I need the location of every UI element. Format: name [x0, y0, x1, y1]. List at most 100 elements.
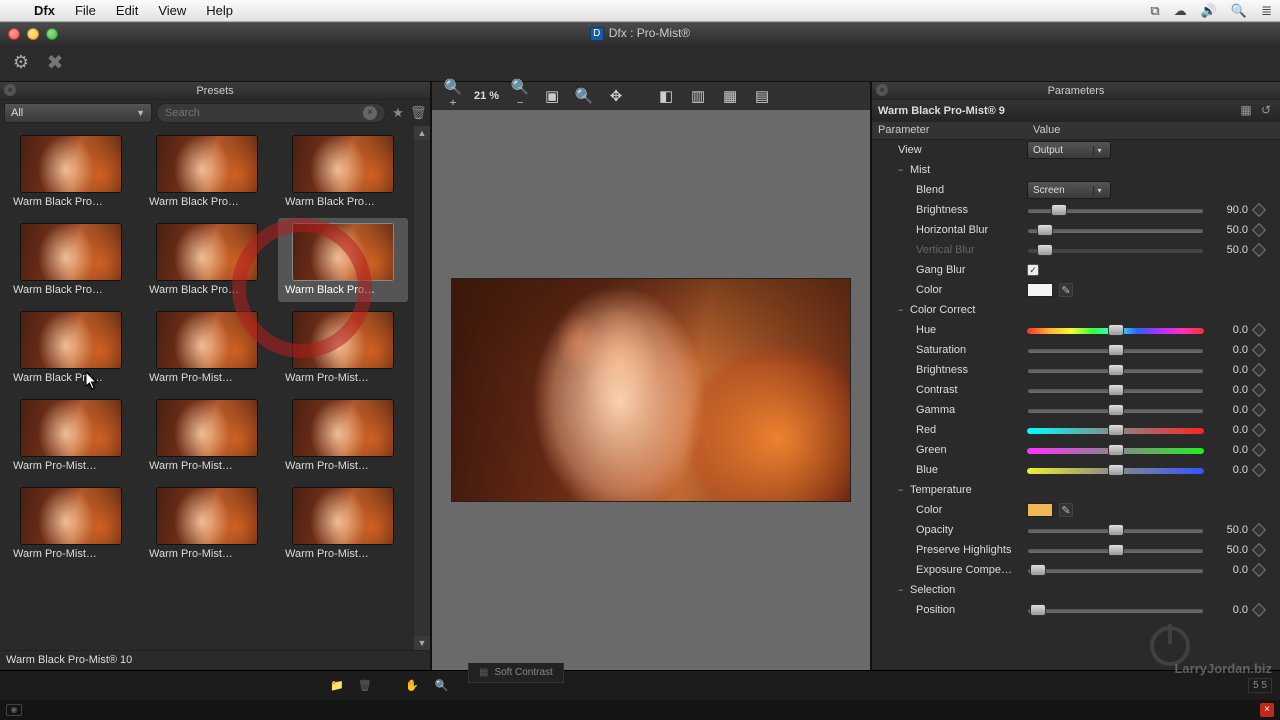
preset-thumbnail[interactable]: Warm Black Pro…	[6, 130, 136, 214]
param-slider[interactable]	[1027, 563, 1204, 577]
param-value[interactable]: 0.0	[1210, 384, 1248, 396]
zoom-in-icon[interactable]: 🔍⁺	[442, 78, 464, 114]
keyframe-icon[interactable]	[1252, 323, 1266, 337]
param-slider[interactable]	[1027, 543, 1204, 557]
preset-thumbnail[interactable]: Warm Black Pro…	[142, 130, 272, 214]
effect-tab-label[interactable]: Soft Contrast	[494, 667, 552, 678]
preset-thumbnail[interactable]: Warm Pro-Mist…	[278, 482, 408, 566]
delete-preset-icon[interactable]: 🗑	[410, 105, 426, 121]
keyframe-icon[interactable]	[1252, 523, 1266, 537]
preset-thumbnail[interactable]: Warm Black Pro…	[278, 130, 408, 214]
volume-icon[interactable]: 🔊	[1201, 3, 1217, 19]
fit-icon[interactable]: ▣	[541, 87, 563, 105]
presets-search-input[interactable]: ×	[156, 103, 386, 123]
keyframe-icon[interactable]	[1252, 543, 1266, 557]
param-value[interactable]: 0.0	[1210, 324, 1248, 336]
param-value[interactable]: 0.0	[1210, 404, 1248, 416]
compare-side-icon[interactable]: ▥	[687, 87, 709, 105]
keyframe-icon[interactable]	[1252, 243, 1266, 257]
param-slider[interactable]	[1027, 323, 1204, 337]
keyframe-icon[interactable]	[1252, 363, 1266, 377]
keyframe-icon[interactable]	[1252, 343, 1266, 357]
preset-thumbnail[interactable]: Warm Black Pro…	[142, 218, 272, 302]
preset-thumbnail[interactable]: Warm Black Pro…	[6, 218, 136, 302]
keyframe-icon[interactable]	[1252, 463, 1266, 477]
zoom-level[interactable]: 21 %	[474, 90, 499, 102]
keyframe-icon[interactable]	[1252, 443, 1266, 457]
param-select[interactable]: Output▾	[1027, 141, 1111, 159]
param-slider[interactable]	[1027, 423, 1204, 437]
adobe-icon[interactable]: ◉	[6, 704, 22, 716]
menu-extras-icon[interactable]: ≣	[1261, 3, 1272, 19]
preset-thumbnail[interactable]: Warm Black Pro…	[6, 306, 136, 390]
keyframe-icon[interactable]	[1252, 423, 1266, 437]
viewer-canvas[interactable]	[432, 110, 870, 670]
zoom-region-icon[interactable]: 🔍	[573, 87, 595, 105]
param-slider[interactable]	[1027, 443, 1204, 457]
param-value[interactable]: 50.0	[1210, 544, 1248, 556]
param-value[interactable]: 50.0	[1210, 224, 1248, 236]
param-slider[interactable]	[1027, 463, 1204, 477]
menu-view[interactable]: View	[148, 3, 196, 18]
trash-icon[interactable]: 🗑	[358, 679, 372, 692]
param-value[interactable]: 90.0	[1210, 204, 1248, 216]
param-value[interactable]: 0.0	[1210, 364, 1248, 376]
param-slider[interactable]	[1027, 523, 1204, 537]
presets-scrollbar[interactable]: ▲ ▼	[414, 126, 430, 650]
save-preset-icon[interactable]: ▦	[1238, 103, 1254, 119]
keyframe-icon[interactable]	[1252, 563, 1266, 577]
param-value[interactable]: 50.0	[1210, 524, 1248, 536]
param-value[interactable]: 50.0	[1210, 244, 1248, 256]
folder-icon[interactable]: 📁	[330, 679, 344, 692]
menu-edit[interactable]: Edit	[106, 3, 148, 18]
spotlight-icon[interactable]: 🔍	[1231, 3, 1247, 19]
preset-thumbnail[interactable]: Warm Pro-Mist…	[278, 394, 408, 478]
preset-thumbnail[interactable]: Warm Pro-Mist…	[278, 306, 408, 390]
param-slider[interactable]	[1027, 603, 1204, 617]
preset-thumbnail[interactable]: Warm Black Pro…	[278, 218, 408, 302]
keyframe-icon[interactable]	[1252, 383, 1266, 397]
pan-icon[interactable]: ✥	[605, 87, 627, 105]
histogram-icon[interactable]: ▤	[751, 87, 773, 105]
error-badge[interactable]: ×	[1260, 703, 1274, 717]
eyedropper-icon[interactable]: ✎	[1059, 503, 1073, 517]
param-slider[interactable]	[1027, 223, 1204, 237]
preset-thumbnail[interactable]: Warm Pro-Mist…	[142, 394, 272, 478]
presets-category-select[interactable]: All▼	[4, 103, 152, 123]
zoom-out-icon[interactable]: 🔍⁻	[509, 78, 531, 114]
keyframe-icon[interactable]	[1252, 603, 1266, 617]
hand-tool-icon[interactable]: ✋	[405, 679, 419, 692]
param-checkbox[interactable]: ✓	[1027, 264, 1039, 276]
color-swatch[interactable]	[1027, 283, 1053, 297]
preset-thumbnail[interactable]: Warm Pro-Mist…	[142, 482, 272, 566]
zoom-tool-icon[interactable]: 🔍	[435, 679, 449, 692]
preset-thumbnail[interactable]: Warm Pro-Mist…	[142, 306, 272, 390]
cancel-button[interactable]	[44, 52, 66, 74]
param-slider[interactable]	[1027, 403, 1204, 417]
param-slider[interactable]	[1027, 383, 1204, 397]
clear-search-icon[interactable]: ×	[363, 106, 377, 120]
param-value[interactable]: 0.0	[1210, 464, 1248, 476]
param-value[interactable]: 0.0	[1210, 564, 1248, 576]
param-slider[interactable]	[1027, 343, 1204, 357]
reset-preset-icon[interactable]: ↺	[1258, 103, 1274, 119]
param-slider[interactable]	[1027, 243, 1204, 257]
preset-thumbnail[interactable]: Warm Pro-Mist…	[6, 394, 136, 478]
panel-close-icon[interactable]: ×	[4, 84, 16, 96]
menu-help[interactable]: Help	[196, 3, 243, 18]
compare-split-icon[interactable]: ◧	[655, 87, 677, 105]
screen-record-icon[interactable]: ⧉	[1150, 3, 1159, 19]
param-value[interactable]: 0.0	[1210, 604, 1248, 616]
app-menu[interactable]: Dfx	[24, 3, 65, 18]
menu-file[interactable]: File	[65, 3, 106, 18]
preset-thumbnail[interactable]: Warm Pro-Mist…	[6, 482, 136, 566]
scroll-down-icon[interactable]: ▼	[414, 636, 430, 650]
keyframe-icon[interactable]	[1252, 223, 1266, 237]
eyedropper-icon[interactable]: ✎	[1059, 283, 1073, 297]
param-select[interactable]: Screen▾	[1027, 181, 1111, 199]
param-value[interactable]: 0.0	[1210, 424, 1248, 436]
param-slider[interactable]	[1027, 203, 1204, 217]
settings-button[interactable]	[10, 52, 32, 74]
panel-close-icon[interactable]: ×	[876, 84, 888, 96]
favorite-icon[interactable]: ★	[390, 105, 406, 121]
